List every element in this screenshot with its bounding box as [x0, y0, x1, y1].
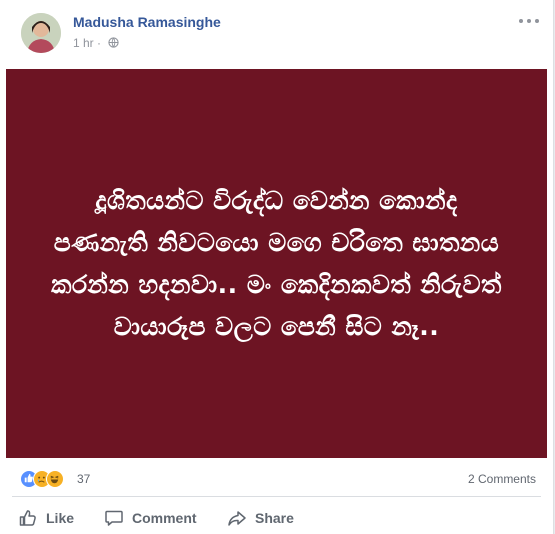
thumbs-up-icon — [19, 510, 36, 526]
post-card: Madusha Ramasinghe 1 hr · දූශිතයන්ට විරු… — [0, 0, 554, 534]
globe-icon[interactable] — [108, 37, 120, 51]
post-time[interactable]: 1 hr — [73, 36, 94, 50]
comment-icon — [105, 510, 123, 526]
meta-separator: · — [97, 36, 102, 50]
author-name[interactable]: Madusha Ramasinghe — [73, 14, 221, 30]
avatar[interactable] — [21, 13, 61, 53]
like-label: Like — [46, 510, 75, 526]
post-meta: 1 hr · — [73, 36, 120, 51]
action-bar: Like Comment Share — [0, 500, 553, 534]
reaction-icons[interactable] — [20, 470, 74, 488]
like-button[interactable]: Like — [18, 508, 74, 528]
divider — [12, 496, 541, 497]
avatar-image — [21, 13, 61, 53]
share-icon — [228, 511, 246, 526]
more-options-icon[interactable] — [519, 14, 539, 28]
comments-count[interactable]: 2 Comments — [468, 472, 536, 486]
share-button[interactable]: Share — [227, 508, 294, 528]
post-image-text: දූශිතයන්ට විරුද්ධ වෙන්න කොන්ද පණනැති නිව… — [51, 185, 502, 341]
comment-label: Comment — [132, 510, 197, 526]
reaction-count[interactable]: 37 — [77, 472, 90, 486]
comment-button[interactable]: Comment — [104, 508, 197, 528]
haha-icon — [46, 470, 64, 488]
share-label: Share — [255, 510, 294, 526]
post-header: Madusha Ramasinghe 1 hr · — [0, 0, 553, 68]
post-image[interactable]: දූශිතයන්ට විරුද්ධ වෙන්න කොන්ද පණනැති නිව… — [6, 69, 547, 458]
reactions-bar: 37 2 Comments — [0, 464, 553, 494]
